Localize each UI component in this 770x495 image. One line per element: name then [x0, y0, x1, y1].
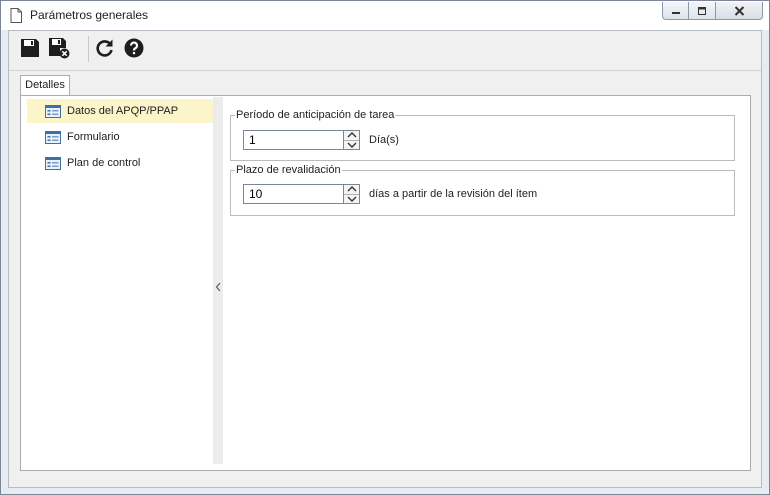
close-icon — [734, 5, 744, 16]
revalidation-row: días a partir de la revisión del ítem — [243, 184, 537, 204]
chevron-down-icon — [347, 142, 356, 148]
minimize-button[interactable] — [662, 2, 689, 20]
details-panel: Datos del APQP/PPAP Formulario Plan de c… — [20, 95, 751, 471]
spin-up-button[interactable] — [344, 185, 359, 195]
spin-up-button[interactable] — [344, 131, 359, 141]
anticipation-row: Día(s) — [243, 130, 399, 150]
anticipation-spinner[interactable] — [344, 130, 360, 150]
refresh-icon — [96, 39, 113, 57]
window-controls — [662, 2, 763, 20]
save-icon — [21, 39, 39, 57]
navigation-tree: Datos del APQP/PPAP Formulario Plan de c… — [27, 99, 213, 177]
refresh-button[interactable] — [93, 36, 117, 60]
anticipation-unit: Día(s) — [369, 134, 399, 146]
chevron-up-icon — [347, 132, 356, 138]
help-icon — [124, 38, 144, 58]
spin-down-button[interactable] — [344, 141, 359, 150]
maximize-button[interactable] — [689, 2, 716, 20]
revalidation-input[interactable] — [243, 184, 344, 204]
tree-item-formulario[interactable]: Formulario — [27, 125, 213, 149]
anticipation-input[interactable] — [243, 130, 344, 150]
anticipation-legend: Período de anticipación de tarea — [236, 109, 395, 121]
client-area: Detalles Datos del APQP/PPAP Formulario … — [8, 30, 762, 488]
tree-item-apqp-ppap[interactable]: Datos del APQP/PPAP — [27, 99, 213, 123]
title-bar[interactable]: Parámetros generales — [1, 1, 769, 30]
document-icon — [10, 8, 22, 23]
window: Parámetros generales Detalles Datos del … — [0, 0, 770, 495]
spin-down-button[interactable] — [344, 195, 359, 204]
save-and-close-button[interactable] — [47, 36, 71, 60]
help-button[interactable] — [122, 36, 146, 60]
form-icon — [45, 104, 61, 118]
revalidation-group: Plazo de revalidación días a partir de l… — [230, 164, 735, 216]
revalidation-unit: días a partir de la revisión del ítem — [369, 188, 538, 200]
parameters-content: Período de anticipación de tarea Día(s) — [223, 96, 751, 470]
tree-item-label: Formulario — [67, 131, 120, 143]
toolbar — [9, 31, 761, 71]
save-button[interactable] — [18, 36, 42, 60]
anticipation-group: Período de anticipación de tarea Día(s) — [230, 109, 735, 161]
window-title: Parámetros generales — [30, 8, 149, 22]
form-icon — [45, 156, 61, 170]
chevron-left-icon[interactable] — [215, 282, 221, 292]
form-icon — [45, 130, 61, 144]
tree-item-label: Datos del APQP/PPAP — [67, 105, 179, 117]
close-button[interactable] — [716, 2, 763, 20]
toolbar-separator — [88, 36, 89, 62]
revalidation-legend: Plazo de revalidación — [236, 164, 341, 176]
chevron-up-icon — [347, 186, 356, 192]
tab-detalles[interactable]: Detalles — [20, 75, 70, 96]
save-close-icon — [49, 38, 70, 59]
revalidation-spinner[interactable] — [344, 184, 360, 204]
panel-splitter[interactable] — [213, 97, 223, 464]
maximize-icon — [698, 6, 706, 15]
tree-item-label: Plan de control — [67, 157, 141, 169]
chevron-down-icon — [347, 196, 356, 202]
tree-item-plan-de-control[interactable]: Plan de control — [27, 151, 213, 175]
minimize-icon — [671, 11, 680, 14]
